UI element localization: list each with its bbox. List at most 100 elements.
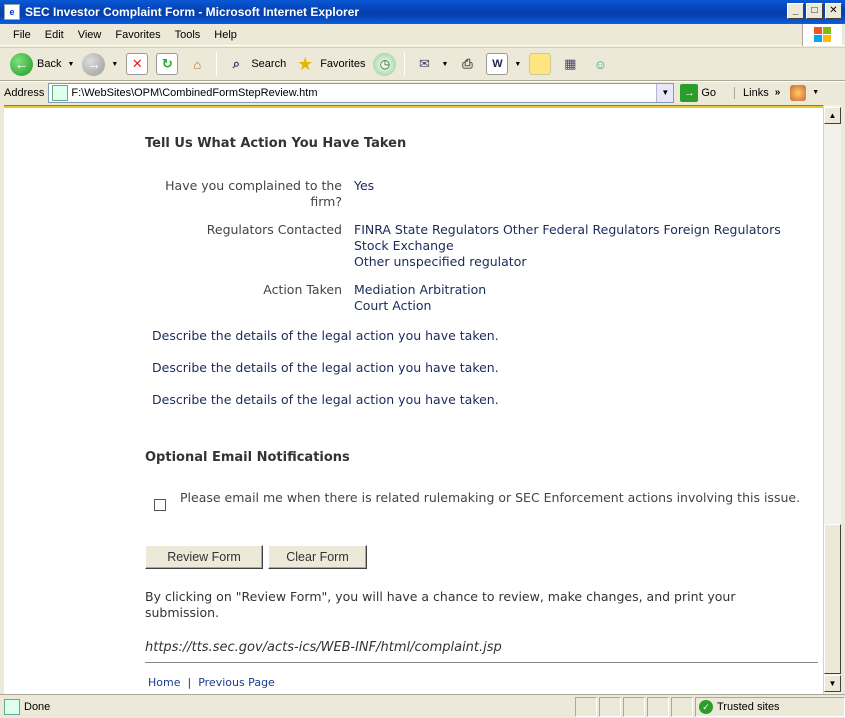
legal-action-detail: Describe the details of the legal action… bbox=[152, 360, 499, 375]
regulators-value: FINRA State Regulators Other Federal Reg… bbox=[354, 222, 814, 270]
print-button[interactable]: ⎙ bbox=[452, 50, 482, 78]
page-icon bbox=[52, 84, 69, 101]
menu-favorites[interactable]: Favorites bbox=[108, 29, 167, 41]
research-button[interactable]: ▦ bbox=[555, 50, 585, 78]
ie-app-icon: e bbox=[4, 4, 20, 20]
menu-file[interactable]: File bbox=[6, 29, 38, 41]
stop-icon: ✕ bbox=[126, 53, 149, 75]
action-value: Mediation Arbitration Court Action bbox=[354, 282, 814, 314]
mail-icon: ✉ bbox=[419, 56, 430, 71]
scroll-thumb[interactable] bbox=[824, 524, 841, 674]
email-checkbox-label: Please email me when there is related ru… bbox=[180, 490, 801, 505]
status-pane bbox=[647, 697, 669, 717]
menu-help[interactable]: Help bbox=[207, 29, 244, 41]
back-label: Back bbox=[37, 58, 62, 70]
section-title-email: Optional Email Notifications bbox=[145, 450, 350, 465]
minimize-button[interactable]: _ bbox=[787, 3, 804, 19]
research-icon: ▦ bbox=[564, 56, 577, 71]
page-url-text: https://tts.sec.gov/acts-ics/WEB-INF/htm… bbox=[145, 640, 502, 655]
search-label: Search bbox=[251, 58, 287, 70]
window-title: SEC Investor Complaint Form - Microsoft … bbox=[25, 5, 360, 19]
previous-page-link[interactable]: Previous Page bbox=[198, 676, 275, 689]
regulators-line: Other unspecified regulator bbox=[354, 254, 527, 269]
links-button[interactable]: Links bbox=[734, 86, 769, 99]
complained-label: Have you complained to the firm? bbox=[165, 178, 342, 209]
status-pane bbox=[599, 697, 621, 717]
chevron-down-icon[interactable]: ▼ bbox=[812, 89, 819, 96]
trusted-check-icon: ✓ bbox=[699, 700, 713, 714]
toolbar-addon-icon[interactable] bbox=[790, 84, 807, 101]
chevron-right-icon[interactable]: » bbox=[775, 87, 781, 98]
home-link[interactable]: Home bbox=[148, 676, 180, 689]
footer-separator: | bbox=[187, 676, 192, 689]
footer-divider bbox=[145, 662, 818, 663]
word-edit-icon: W bbox=[486, 53, 509, 75]
stop-button[interactable]: ✕ bbox=[122, 50, 152, 78]
back-button[interactable]: ← Back ▼ bbox=[6, 50, 78, 78]
favorites-button[interactable]: ★ Favorites bbox=[290, 50, 369, 78]
chevron-down-icon[interactable]: ▼ bbox=[111, 61, 118, 68]
scroll-down-icon[interactable]: ▼ bbox=[824, 675, 841, 692]
standard-toolbar: ← Back ▼ → ▼ ✕ ↻ ⌂ ⌕ Search ★ Favorites … bbox=[0, 47, 845, 81]
note-icon bbox=[529, 53, 552, 75]
email-checkbox[interactable] bbox=[154, 499, 166, 511]
menu-view[interactable]: View bbox=[71, 29, 109, 41]
action-line: Court Action bbox=[354, 298, 432, 313]
go-button[interactable]: → Go bbox=[680, 83, 717, 102]
toolbar-separator bbox=[404, 52, 406, 76]
messenger-button[interactable]: ☺ bbox=[585, 50, 615, 78]
review-form-button[interactable]: Review Form bbox=[145, 545, 263, 569]
messenger-icon: ☺ bbox=[593, 56, 607, 72]
action-label: Action Taken bbox=[263, 282, 342, 297]
section-title-actions: Tell Us What Action You Have Taken bbox=[145, 136, 407, 151]
page-viewport: Tell Us What Action You Have Taken Have … bbox=[4, 105, 823, 694]
refresh-icon: ↻ bbox=[156, 53, 179, 75]
status-panes: ✓ Trusted sites bbox=[573, 697, 845, 717]
regulators-line: FINRA State Regulators Other Federal Reg… bbox=[354, 222, 781, 237]
page-done-icon bbox=[4, 698, 20, 715]
forward-button[interactable]: → ▼ bbox=[78, 50, 122, 78]
chevron-down-icon[interactable]: ▼ bbox=[514, 61, 521, 68]
history-button[interactable]: ◷ bbox=[369, 50, 400, 78]
favorites-label: Favorites bbox=[320, 58, 366, 70]
discuss-button[interactable] bbox=[525, 50, 555, 78]
chevron-down-icon[interactable]: ▼ bbox=[67, 61, 74, 68]
refresh-button[interactable]: ↻ bbox=[152, 50, 182, 78]
menu-edit[interactable]: Edit bbox=[38, 29, 71, 41]
status-pane bbox=[575, 697, 597, 717]
address-label: Address bbox=[4, 86, 45, 99]
status-pane bbox=[623, 697, 645, 717]
legal-action-detail: Describe the details of the legal action… bbox=[152, 392, 499, 407]
security-zone: ✓ Trusted sites bbox=[695, 697, 845, 717]
complained-value: Yes bbox=[354, 178, 375, 193]
top-accent-line bbox=[4, 106, 823, 108]
home-icon: ⌂ bbox=[193, 56, 202, 72]
menu-tools[interactable]: Tools bbox=[168, 29, 208, 41]
forward-arrow-icon: → bbox=[82, 52, 106, 76]
mail-button[interactable]: ✉ ▼ bbox=[409, 50, 452, 78]
go-label: Go bbox=[701, 86, 717, 99]
star-icon: ★ bbox=[297, 53, 314, 74]
windows-logo-icon bbox=[802, 24, 842, 46]
status-text: Done bbox=[24, 700, 51, 713]
chevron-down-icon[interactable]: ▼ bbox=[441, 61, 448, 68]
close-button[interactable]: ✕ bbox=[825, 3, 842, 19]
edit-button[interactable]: W ▼ bbox=[482, 50, 525, 78]
clear-form-button[interactable]: Clear Form bbox=[268, 545, 367, 569]
menu-bar: File Edit View Favorites Tools Help bbox=[0, 24, 845, 46]
regulators-line: Stock Exchange bbox=[354, 238, 454, 253]
address-input[interactable]: F:\WebSites\OPM\CombinedFormStepReview.h… bbox=[48, 82, 675, 103]
toolbar-separator bbox=[216, 52, 218, 76]
search-button[interactable]: ⌕ Search bbox=[221, 50, 290, 78]
maximize-button[interactable]: □ bbox=[806, 3, 823, 19]
scroll-up-icon[interactable]: ▲ bbox=[824, 107, 841, 124]
title-bar: e SEC Investor Complaint Form - Microsof… bbox=[0, 0, 845, 24]
status-bar: Done ✓ Trusted sites bbox=[0, 694, 845, 718]
printer-icon: ⎙ bbox=[462, 56, 473, 71]
footer-links: Home | Previous Page bbox=[148, 676, 275, 689]
status-pane bbox=[671, 697, 693, 717]
review-note: By clicking on "Review Form", you will h… bbox=[145, 589, 736, 620]
chevron-down-icon[interactable]: ▼ bbox=[656, 83, 674, 102]
home-button[interactable]: ⌂ bbox=[182, 50, 212, 78]
vertical-scrollbar[interactable]: ▲ ▼ bbox=[823, 105, 841, 694]
